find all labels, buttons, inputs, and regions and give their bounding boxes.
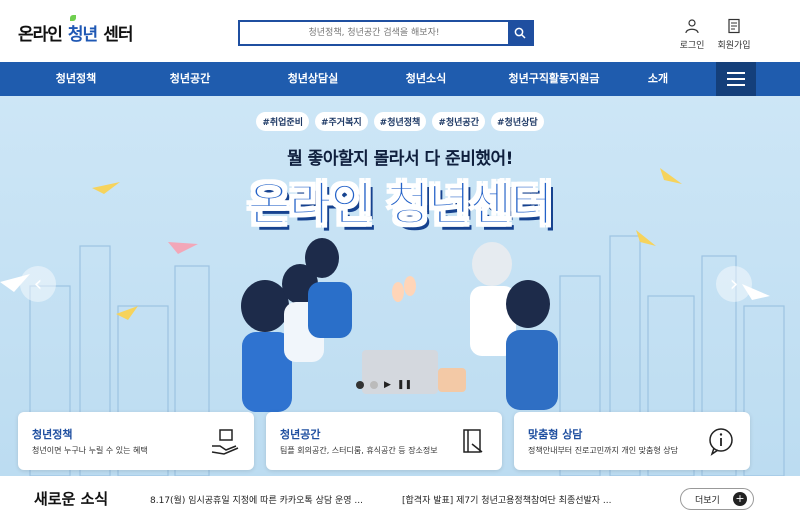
plus-icon: + xyxy=(733,492,747,506)
logo-text-3: 센터 xyxy=(103,25,133,45)
hero-tag[interactable]: #청년상담 xyxy=(491,112,544,131)
logo-text-2: 청년 xyxy=(68,15,98,45)
card-title: 맞춤형 상담 xyxy=(528,428,583,441)
prev-slide-button[interactable]: ‹ xyxy=(20,266,56,302)
hero-tags: #취업준비 #주거복지 #청년정책 #청년공간 #청년상담 xyxy=(0,112,800,131)
hero-tag[interactable]: #취업준비 xyxy=(256,112,309,131)
news-title: 새로운 소식 xyxy=(34,490,109,508)
play-icon[interactable]: ▶ xyxy=(384,380,391,390)
site-header: 온라인 청년 센터 로그인 회원가입 xyxy=(0,0,800,62)
login-link[interactable]: 로그인 xyxy=(670,18,714,51)
chevron-left-icon: ‹ xyxy=(33,271,43,297)
menu-button[interactable] xyxy=(716,62,756,96)
nav-item-space[interactable]: 청년공간 xyxy=(142,62,238,96)
news-item[interactable]: 8.17(월) 임시공휴일 지정에 따른 카카오톡 상담 운영 ... xyxy=(150,493,363,506)
card-desc: 청년이면 누구나 누릴 수 있는 혜택 xyxy=(32,446,148,455)
news-item[interactable]: [합격자 발표] 제7기 청년고용정책참여단 최종선발자 ... xyxy=(402,493,612,506)
info-chat-icon xyxy=(709,428,733,456)
news-section: 새로운 소식 8.17(월) 임시공휴일 지정에 따른 카카오톡 상담 운영 .… xyxy=(0,476,800,512)
more-button[interactable]: 더보기 + xyxy=(680,488,754,510)
card-desc: 팀플 회의공간, 스터디룸, 휴식공간 등 장소정보 xyxy=(280,446,438,455)
card-youth-policy[interactable]: 청년정책 청년이면 누구나 누릴 수 있는 혜택 xyxy=(18,412,254,470)
nav-item-job-support[interactable]: 청년구직활동지원금 xyxy=(480,62,628,96)
hero-tag[interactable]: #청년공간 xyxy=(432,112,485,131)
card-title: 청년공간 xyxy=(280,428,321,441)
hero-title: 온라인 청년센터 xyxy=(247,177,553,232)
slide-dot[interactable] xyxy=(356,381,364,389)
card-desc: 정책안내부터 진로고민까지 개인 맞춤형 상담 xyxy=(528,446,679,455)
login-label: 로그인 xyxy=(679,41,705,51)
search-icon xyxy=(514,27,526,39)
hero-tag[interactable]: #주거복지 xyxy=(314,112,368,131)
nav-item-policy[interactable]: 청년정책 xyxy=(28,62,124,96)
pause-icon[interactable]: ❚❚ xyxy=(397,380,412,390)
slide-dot[interactable] xyxy=(370,381,378,389)
logo-text-1: 온라인 xyxy=(18,25,63,45)
chevron-right-icon: › xyxy=(729,271,739,297)
next-slide-button[interactable]: › xyxy=(716,266,752,302)
hero-subtitle: 뭘 좋아할지 몰라서 다 준비했어! xyxy=(287,149,513,169)
slide-controls: ▶ ❚❚ xyxy=(356,377,424,393)
more-label: 더보기 xyxy=(695,495,720,506)
nav-item-news[interactable]: 청년소식 xyxy=(378,62,474,96)
main-nav: 청년정책 청년공간 청년상담실 청년소식 청년구직활동지원금 소개 xyxy=(0,62,800,96)
card-youth-space[interactable]: 청년공간 팀플 회의공간, 스터디룸, 휴식공간 등 장소정보 xyxy=(266,412,502,470)
hand-gift-icon xyxy=(211,429,239,455)
site-logo[interactable]: 온라인 청년 센터 xyxy=(18,15,133,45)
search-input[interactable] xyxy=(240,22,508,44)
card-custom-counsel[interactable]: 맞춤형 상담 정책안내부터 진로고민까지 개인 맞춤형 상담 xyxy=(514,412,750,470)
login-icon xyxy=(685,19,699,34)
search-bar xyxy=(238,20,534,46)
join-label: 회원가입 xyxy=(717,41,751,51)
hero-tag[interactable]: #청년정책 xyxy=(373,112,427,131)
card-title: 청년정책 xyxy=(32,428,73,441)
join-link[interactable]: 회원가입 xyxy=(712,18,756,51)
nav-item-about[interactable]: 소개 xyxy=(620,62,696,96)
search-button[interactable] xyxy=(508,22,532,44)
nav-item-counsel[interactable]: 청년상담실 xyxy=(258,62,368,96)
book-icon xyxy=(463,429,483,453)
join-icon xyxy=(728,18,740,34)
menu-icon xyxy=(727,72,745,74)
